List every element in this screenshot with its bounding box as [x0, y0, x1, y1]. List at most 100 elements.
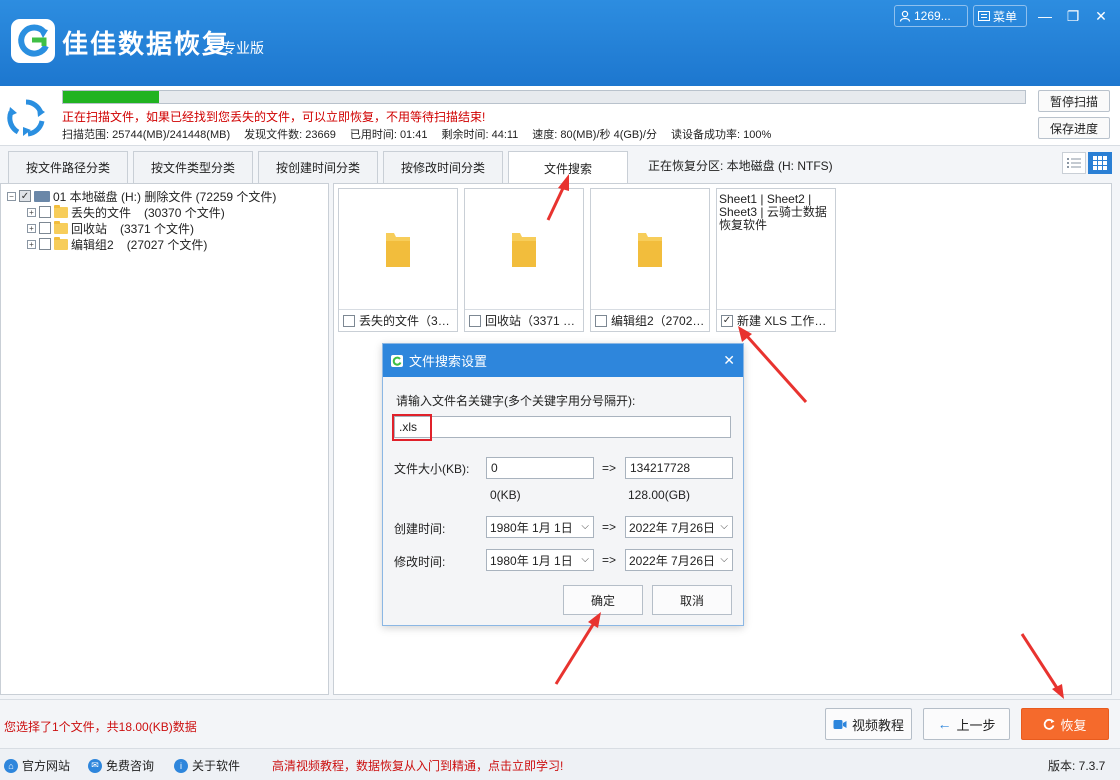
found-count: 发现文件数: 23669: [244, 129, 336, 141]
modify-from-select[interactable]: 1980年 1月 1日 ⌵: [486, 549, 594, 571]
card-checkbox[interactable]: [343, 314, 355, 327]
dialog-close-icon[interactable]: ✕: [723, 352, 735, 369]
list-view-icon[interactable]: [1062, 152, 1086, 174]
tree-item-checkbox[interactable]: [39, 206, 51, 218]
scan-stats: 扫描范围: 25744(MB)/241448(MB) 发现文件数: 23669 …: [62, 126, 771, 142]
arrow-left-icon: ←: [937, 716, 952, 732]
recover-button[interactable]: 恢复: [1021, 708, 1109, 740]
chevron-down-icon: ⌵: [720, 521, 728, 532]
dialog-header: 文件搜索设置: [383, 344, 743, 377]
pause-scan-button[interactable]: 暂停扫描: [1038, 90, 1110, 112]
card-checkbox[interactable]: [469, 314, 481, 327]
scan-speed: 速度: 80(MB)/秒 4(GB)/分: [532, 129, 657, 141]
tab-by-type[interactable]: 按文件类型分类: [133, 151, 253, 183]
expand-icon[interactable]: +: [27, 223, 36, 233]
modify-to-value: 2022年 7月26日: [629, 553, 716, 568]
folder-icon: [512, 233, 536, 267]
previous-step-button[interactable]: ← 上一步: [923, 708, 1010, 740]
tab-by-path[interactable]: 按文件路径分类: [8, 151, 128, 183]
size-min-hint: 0(KB): [490, 488, 521, 502]
dialog-title: 文件搜索设置: [409, 354, 488, 369]
file-card[interactable]: 丢失的文件（30...: [338, 188, 458, 332]
size-max-hint: 128.00(GB): [628, 488, 691, 502]
tree-item-name: 丢失的文件: [71, 205, 132, 220]
user-account-button[interactable]: 1269...: [894, 5, 968, 27]
file-card-selected[interactable]: Sheet1 | Sheet2 | Sheet3 | 云骑士数据恢复软件 ✓ 新…: [716, 188, 836, 332]
bottom-action-bar: 您选择了1个文件，共18.00(KB)数据 视频教程 ← 上一步 恢复: [0, 699, 1120, 747]
chevron-down-icon: ⌵: [581, 554, 589, 565]
official-website-label: 官方网站: [22, 759, 71, 773]
tab-file-search[interactable]: 文件搜索: [508, 151, 628, 184]
free-consult-link[interactable]: ✉ 免费咨询: [88, 757, 154, 774]
folder-icon: [54, 236, 68, 250]
tab-by-create-time[interactable]: 按创建时间分类: [258, 151, 378, 183]
tree-item-checkbox[interactable]: [39, 238, 51, 250]
create-from-select[interactable]: 1980年 1月 1日 ⌵: [486, 516, 594, 538]
chat-icon: ✉: [88, 758, 102, 773]
card-thumbnail: [591, 189, 709, 309]
recycle-scan-icon: [7, 99, 45, 137]
official-website-link[interactable]: ⌂ 官方网站: [4, 757, 70, 774]
tree-root-label: 01 本地磁盘 (H:) 删除文件 (72259 个文件): [53, 189, 277, 204]
folder-icon: [638, 233, 662, 267]
free-consult-label: 免费咨询: [106, 759, 155, 773]
scan-progress-fill: [63, 91, 160, 103]
xls-preview-text: Sheet1 | Sheet2 | Sheet3 | 云骑士数据恢复软件: [719, 192, 827, 232]
modify-from-value: 1980年 1月 1日: [490, 553, 573, 568]
size-max-input[interactable]: 134217728: [625, 457, 733, 479]
tree-item-recycle-bin[interactable]: + 回收站 (3371 个文件): [27, 220, 194, 236]
file-card[interactable]: 回收站（3371 个...: [464, 188, 584, 332]
scan-progress-bar: [62, 90, 1026, 104]
tree-item-edit-group-2[interactable]: + 编辑组2 (27027 个文件): [27, 236, 207, 252]
tree-root-checkbox[interactable]: ✓: [19, 190, 31, 202]
menu-button[interactable]: 菜单: [973, 5, 1027, 27]
file-search-dialog: 文件搜索设置 ✕ 请输入文件名关键字(多个关键字用分号隔开): .xls 文件大…: [382, 343, 744, 626]
file-card[interactable]: 编辑组2（27027 ...: [590, 188, 710, 332]
expand-icon[interactable]: +: [27, 207, 36, 217]
home-icon: ⌂: [4, 758, 18, 773]
create-to-value: 2022年 7月26日: [629, 520, 716, 535]
card-checkbox[interactable]: [595, 314, 607, 327]
tree-item-count: (27027 个文件): [126, 237, 208, 252]
keyword-input[interactable]: .xls: [394, 416, 731, 438]
about-software-label: 关于软件: [192, 759, 241, 773]
card-checkbox-checked[interactable]: ✓: [721, 314, 733, 327]
restore-icon[interactable]: ❐: [1062, 6, 1084, 26]
collapse-icon[interactable]: −: [7, 191, 16, 201]
remaining-time: 剩余时间: 44:11: [441, 129, 519, 141]
user-label: 1269...: [914, 9, 951, 23]
size-label: 文件大小(KB):: [394, 462, 470, 476]
card-label: 新建 XLS 工作表...: [737, 314, 831, 328]
folder-icon: [54, 220, 68, 234]
dialog-cancel-button[interactable]: 取消: [652, 585, 732, 615]
tree-item-lost-files[interactable]: + 丢失的文件 (30370 个文件): [27, 204, 225, 220]
minimize-icon[interactable]: —: [1034, 6, 1056, 26]
size-min-input[interactable]: 0: [486, 457, 594, 479]
title-bar: 佳佳数据恢复 专业版 1269... 菜单 — ❐ ✕: [0, 0, 1120, 86]
save-progress-button[interactable]: 保存进度: [1038, 117, 1110, 139]
modify-to-select[interactable]: 2022年 7月26日 ⌵: [625, 549, 733, 571]
menu-icon: [978, 11, 990, 21]
close-icon[interactable]: ✕: [1090, 6, 1112, 26]
chevron-down-icon: ⌵: [581, 521, 589, 532]
promo-link[interactable]: 高清视频教程，数据恢复从入门到精通，点击立即学习!: [272, 757, 563, 774]
expand-icon[interactable]: +: [27, 239, 36, 249]
category-tab-bar: 按文件路径分类 按文件类型分类 按创建时间分类 按修改时间分类 文件搜索 正在恢…: [0, 147, 1120, 184]
chevron-down-icon: ⌵: [720, 554, 728, 565]
create-to-select[interactable]: 2022年 7月26日 ⌵: [625, 516, 733, 538]
video-tutorial-button[interactable]: 视频教程: [825, 708, 912, 740]
dialog-ok-button[interactable]: 确定: [563, 585, 643, 615]
about-software-link[interactable]: i 关于软件: [174, 757, 240, 774]
create-from-value: 1980年 1月 1日: [490, 520, 573, 535]
tree-root-row[interactable]: − ✓ 01 本地磁盘 (H:) 删除文件 (72259 个文件): [7, 188, 276, 204]
recover-label: 恢复: [1060, 717, 1087, 733]
tree-item-checkbox[interactable]: [39, 222, 51, 234]
card-label: 编辑组2（27027 ...: [611, 314, 705, 328]
folder-icon: [54, 204, 68, 218]
card-thumbnail: Sheet1 | Sheet2 | Sheet3 | 云骑士数据恢复软件: [717, 189, 835, 309]
grid-view-icon[interactable]: [1088, 152, 1112, 174]
tree-item-count: (30370 个文件): [144, 205, 225, 220]
create-time-label: 创建时间:: [394, 522, 446, 536]
card-thumbnail: [339, 189, 457, 309]
tab-by-modify-time[interactable]: 按修改时间分类: [383, 151, 503, 183]
